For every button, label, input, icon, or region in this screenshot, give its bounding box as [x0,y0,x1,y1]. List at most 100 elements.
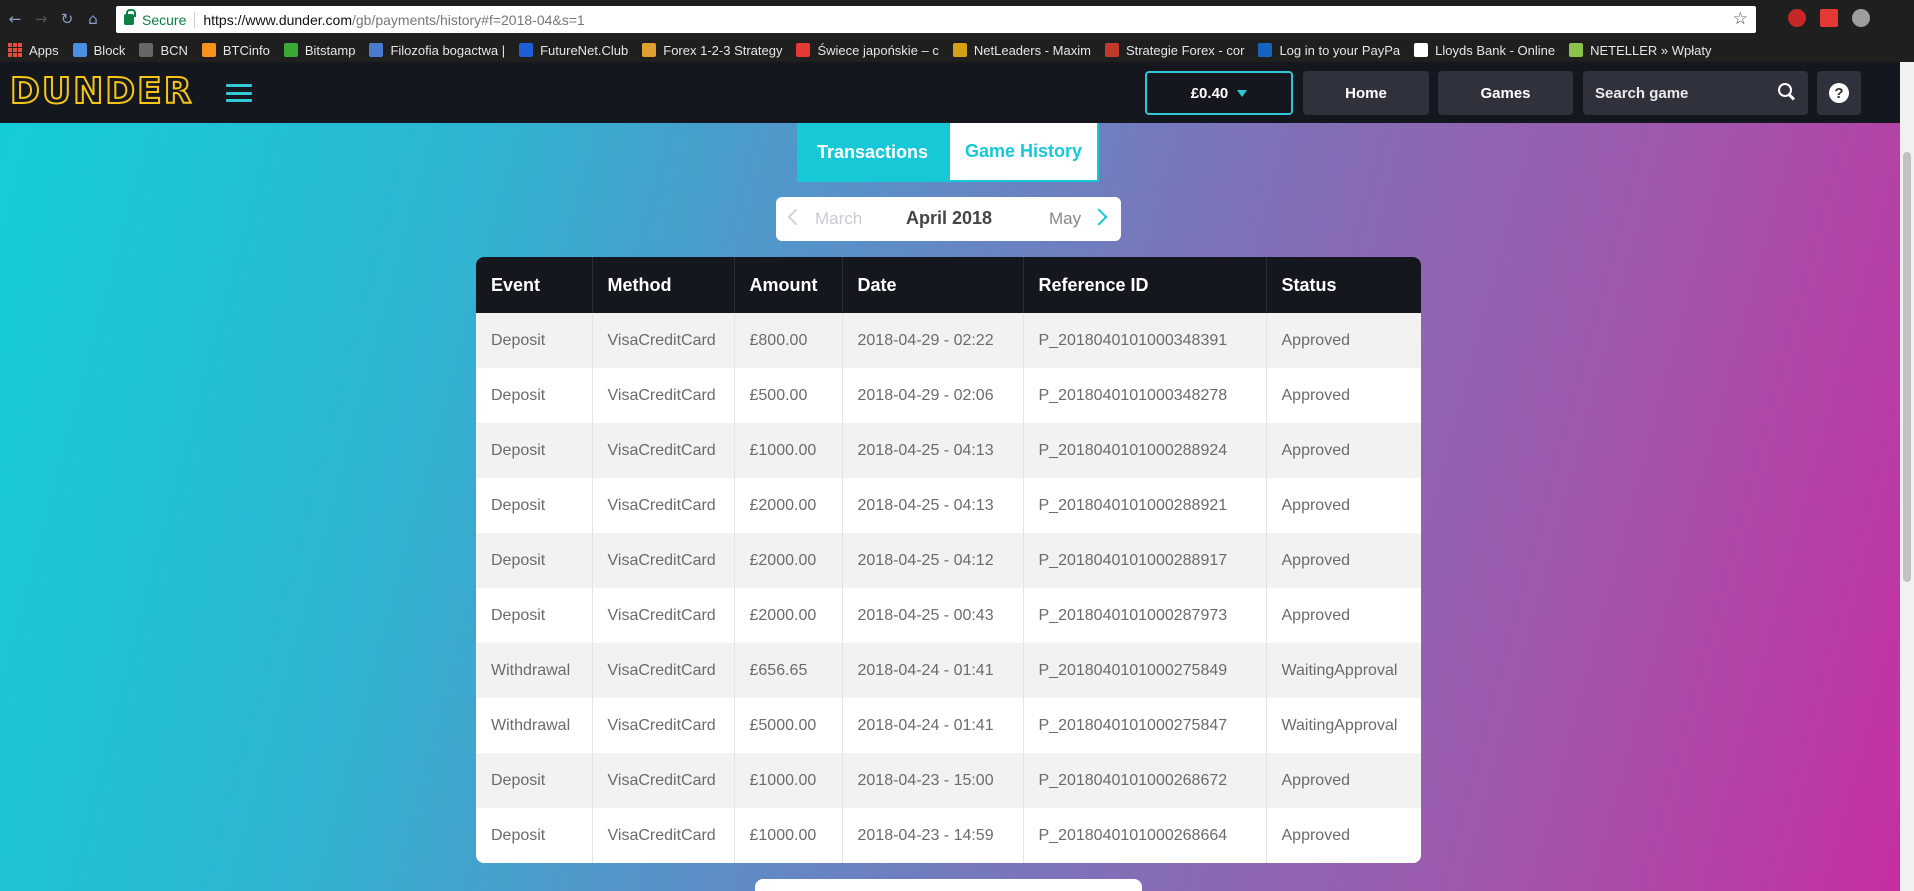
cell-event: Withdrawal [476,698,593,753]
history-tabs: Transactions Game History [797,123,1099,182]
chevron-left-icon[interactable] [787,208,805,226]
flash-extension-icon[interactable] [1820,9,1838,27]
page-scrollbar[interactable] [1900,62,1914,891]
col-header-method: Method [592,257,735,313]
bookmark-item[interactable]: Filozofia bogactwa | [369,43,505,58]
table-row: Deposit VisaCreditCard £2000.00 2018-04-25 … [476,533,1421,588]
dunder-logo[interactable]: DUNDER [9,70,193,113]
bookmark-favicon-icon [1104,43,1119,57]
cell-method: VisaCreditCard [592,588,735,643]
bookmark-item[interactable]: Lloyds Bank - Online [1414,43,1555,58]
cell-date: 2018-04-25 - 04:12 [842,533,1024,588]
url-host: https://www.dunder.com [203,11,352,28]
bookmark-label: Forex 1-2-3 Strategy [663,42,783,58]
cell-amount: £1000.00 [734,423,843,478]
bookmarks-bar: Apps Block BCN BTCinfo Bitstamp Filozofia bog… [0,38,1914,62]
search-game-input[interactable] [1583,84,1773,102]
cell-event: Deposit [476,478,593,533]
cell-method: VisaCreditCard [592,423,735,478]
home-icon[interactable]: ⌂ [82,8,104,30]
bookmark-label: NetLeaders - Maxim [973,42,1091,58]
url-text[interactable]: https://www.dunder.com/gb/payments/histo… [203,12,584,28]
cell-event: Deposit [476,533,593,588]
search-game-box [1583,71,1808,115]
bookmark-item[interactable]: Block [72,43,125,58]
hamburger-menu-icon[interactable] [226,84,252,102]
bookmark-item[interactable]: BCN [139,43,188,58]
bookmark-label: Lloyds Bank - Online [1435,42,1556,58]
cell-event: Deposit [476,753,593,808]
cell-amount: £1000.00 [734,753,843,808]
bookmark-item[interactable]: Bitstamp [283,43,355,58]
cell-reference-id: P_2018040101000287973 [1023,588,1267,643]
search-icon[interactable] [1778,83,1794,99]
table-row: Deposit VisaCreditCard £1000.00 2018-04-23 … [476,808,1421,863]
cell-amount: £500.00 [734,368,843,423]
bookmark-star-icon[interactable]: ☆ [1733,9,1748,29]
bookmark-item[interactable]: Forex 1-2-3 Strategy [642,43,782,58]
bookmark-item[interactable]: FutureNet.Club [519,43,628,58]
col-header-status: Status [1281,274,1337,295]
cell-status: WaitingApproval [1281,716,1398,734]
chevron-right-icon[interactable] [1090,208,1108,226]
cell-amount: £2000.00 [734,588,843,643]
balance-dropdown[interactable]: £0.40 [1145,71,1293,115]
cell-status: Approved [1281,441,1351,459]
cell-event: Deposit [476,313,593,368]
cell-event: Deposit [476,423,593,478]
bookmark-favicon-icon [1569,43,1584,57]
table-row: Deposit VisaCreditCard £2000.00 2018-04-25 … [476,588,1421,643]
cell-method: VisaCreditCard [592,808,735,863]
cell-status: Approved [1281,771,1351,789]
bookmark-favicon-icon [519,43,534,57]
bookmark-label: Log in to your PayPa [1279,42,1401,58]
bookmark-label: Apps [29,42,59,58]
apps-grid-icon [8,43,22,57]
adblock-extension-icon[interactable] [1788,9,1806,27]
games-button[interactable]: Games [1438,71,1573,115]
bookmark-item[interactable]: Log in to your PayPa [1258,43,1400,58]
cell-event: Deposit [476,588,593,643]
bookmark-favicon-icon [952,43,967,57]
cell-amount: £1000.00 [734,808,843,863]
next-month-link[interactable]: May [1049,209,1081,229]
bookmark-item[interactable]: NetLeaders - Maxim [952,42,1091,58]
address-bar[interactable]: Secure https://www.dunder.com/gb/payment… [116,6,1756,33]
tab-transactions[interactable]: Transactions [797,123,948,182]
forward-icon[interactable]: → [30,8,52,30]
bookmark-item[interactable]: Strategie Forex - cor [1104,43,1244,58]
cell-method: VisaCreditCard [592,368,735,423]
payments-history-page: Transactions Game History March April 20… [0,123,1900,891]
bookmark-favicon-icon [1414,43,1429,57]
bookmark-item[interactable]: Świece japońskie – c [796,43,939,58]
reload-icon[interactable]: ↻ [56,8,78,30]
lock-icon [124,9,136,25]
scrollbar-thumb[interactable] [1903,152,1911,582]
prev-month-link[interactable]: March [815,209,862,229]
bookmark-item[interactable]: BTCinfo [201,43,270,58]
col-header-reference-id: Reference ID [1023,257,1267,313]
cell-reference-id: P_2018040101000268664 [1023,808,1267,863]
back-icon[interactable]: ← [4,8,26,30]
home-button[interactable]: Home [1303,71,1429,115]
browser-toolbar: ← → ↻ ⌂ Secure https://www.dunder.com/gb… [0,0,1914,38]
cell-amount: £2000.00 [734,478,843,533]
cell-status: Approved [1281,826,1351,844]
tab-game-history[interactable]: Game History [948,123,1099,182]
cell-date: 2018-04-23 - 14:59 [842,808,1024,863]
cell-status: Approved [1281,496,1351,514]
cell-amount: £656.65 [734,643,843,698]
cell-event: Deposit [476,368,593,423]
help-button[interactable]: ? [1817,71,1861,115]
cell-status: Approved [1281,386,1351,404]
cell-date: 2018-04-25 - 04:13 [842,423,1024,478]
satellite-extension-icon[interactable] [1852,9,1870,27]
cell-amount: £5000.00 [734,698,843,753]
table-row: Withdrawal VisaCreditCard £656.65 2018-04-2… [476,643,1421,698]
cell-date: 2018-04-29 - 02:22 [842,313,1024,368]
bookmark-item[interactable]: Apps [8,43,59,58]
bookmark-label: NETELLER » Wpłaty [1590,42,1712,58]
bookmark-item[interactable]: NETELLER » Wpłaty [1569,43,1711,58]
cell-reference-id: P_2018040101000275847 [1023,698,1267,753]
cell-reference-id: P_2018040101000348278 [1023,368,1267,423]
